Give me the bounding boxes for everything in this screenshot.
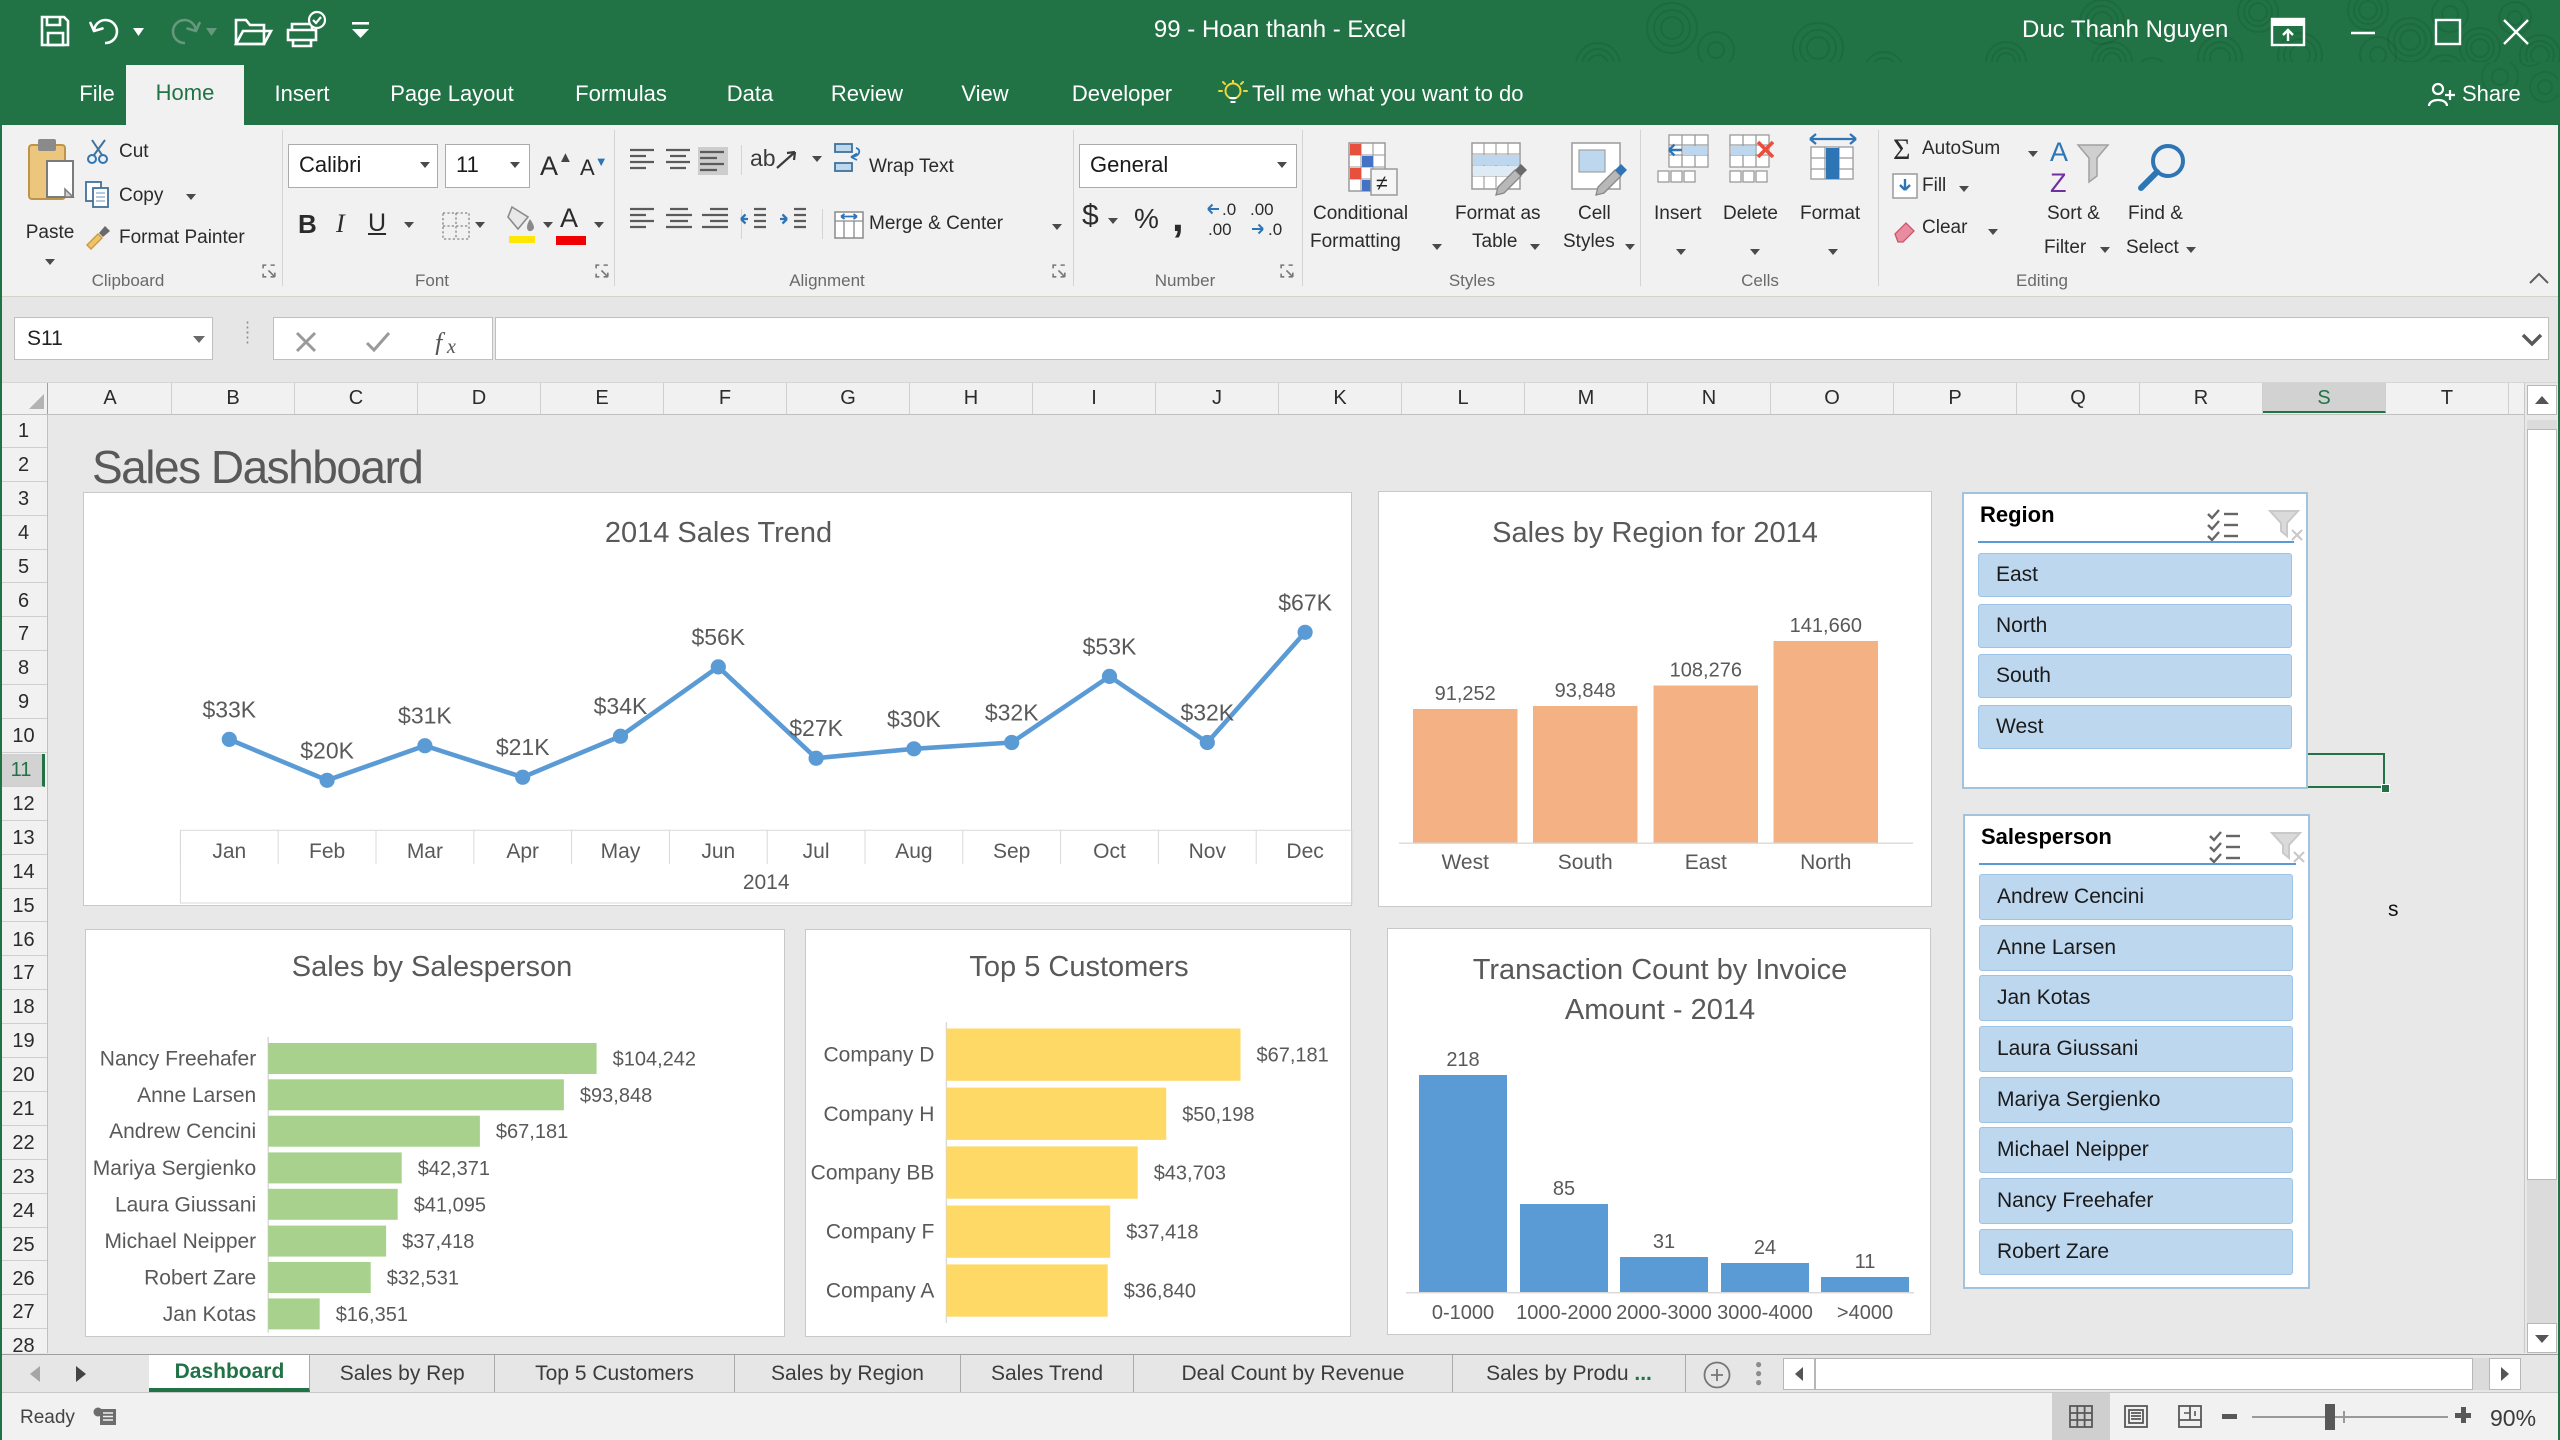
svg-text:11: 11 — [1855, 1251, 1876, 1273]
svg-text:2014 Sales Trend: 2014 Sales Trend — [604, 517, 831, 549]
svg-text:Laura Giussani: Laura Giussani — [115, 1193, 256, 1216]
svg-text:1000-2000: 1000-2000 — [1516, 1302, 1612, 1324]
svg-text:East: East — [1685, 851, 1727, 874]
svg-text:0-1000: 0-1000 — [1432, 1302, 1494, 1324]
svg-text:$42,371: $42,371 — [418, 1158, 490, 1180]
svg-text:Michael Neipper: Michael Neipper — [104, 1230, 256, 1253]
svg-text:$41,095: $41,095 — [414, 1194, 486, 1216]
svg-text:91,252: 91,252 — [1435, 683, 1496, 705]
svg-text:$43,703: $43,703 — [1154, 1163, 1226, 1185]
svg-text:$32K: $32K — [984, 699, 1038, 725]
svg-text:$33K: $33K — [202, 696, 256, 722]
svg-text:Sales by Salesperson: Sales by Salesperson — [292, 951, 573, 983]
svg-text:x: x — [446, 336, 456, 355]
svg-text:Anne Larsen: Anne Larsen — [137, 1084, 256, 1107]
svg-text:3000-4000: 3000-4000 — [1717, 1302, 1813, 1324]
svg-text:$34K: $34K — [593, 693, 647, 719]
svg-text:$27K: $27K — [789, 715, 843, 741]
svg-text:Mariya Sergienko: Mariya Sergienko — [93, 1157, 256, 1180]
svg-text:Company H: Company H — [824, 1103, 935, 1126]
svg-text:85: 85 — [1553, 1178, 1575, 1200]
svg-text:$32K: $32K — [1180, 699, 1234, 725]
svg-text:Jan: Jan — [212, 840, 246, 863]
svg-text:.00: .00 — [1208, 220, 1232, 239]
svg-text:>4000: >4000 — [1837, 1302, 1893, 1324]
svg-text:Apr: Apr — [506, 840, 539, 863]
svg-text:141,660: 141,660 — [1790, 615, 1862, 637]
svg-text:Aug: Aug — [895, 840, 932, 863]
svg-text:ab: ab — [750, 145, 776, 171]
svg-text:2014: 2014 — [742, 871, 789, 894]
svg-text:Nov: Nov — [1188, 840, 1226, 863]
svg-text:$67K: $67K — [1278, 589, 1332, 615]
svg-text:Sep: Sep — [993, 840, 1030, 863]
svg-text:$37,418: $37,418 — [1126, 1222, 1198, 1244]
svg-text:$21K: $21K — [495, 734, 549, 760]
svg-text:2000-3000: 2000-3000 — [1616, 1302, 1712, 1324]
svg-text:Jul: Jul — [802, 840, 829, 863]
svg-text:Andrew Cencini: Andrew Cencini — [109, 1120, 256, 1143]
svg-text:Company F: Company F — [826, 1221, 935, 1244]
svg-text:$67,181: $67,181 — [1257, 1045, 1329, 1067]
svg-text:Jun: Jun — [701, 840, 735, 863]
svg-text:Sales by Region for 2014: Sales by Region for 2014 — [1492, 517, 1818, 549]
svg-text:West: West — [1441, 851, 1489, 874]
svg-text:$20K: $20K — [300, 737, 354, 763]
svg-text:$67,181: $67,181 — [496, 1121, 568, 1143]
svg-text:31: 31 — [1653, 1231, 1675, 1253]
svg-text:Top 5 Customers: Top 5 Customers — [969, 951, 1188, 983]
svg-text:Company BB: Company BB — [811, 1162, 935, 1185]
svg-text:Mar: Mar — [406, 840, 442, 863]
svg-text:.0: .0 — [1268, 220, 1282, 239]
svg-text:$30K: $30K — [887, 705, 941, 731]
svg-text:$32,531: $32,531 — [387, 1268, 459, 1290]
svg-text:$50,198: $50,198 — [1182, 1104, 1254, 1126]
svg-text:≠: ≠ — [1376, 172, 1388, 195]
svg-text:.0: .0 — [1222, 200, 1236, 219]
svg-text:Dec: Dec — [1286, 840, 1323, 863]
svg-text:May: May — [600, 840, 640, 863]
svg-text:North: North — [1800, 851, 1851, 874]
svg-text:Oct: Oct — [1093, 840, 1126, 863]
svg-text:.00: .00 — [1250, 200, 1274, 219]
svg-text:$31K: $31K — [398, 702, 452, 728]
svg-text:108,276: 108,276 — [1670, 660, 1742, 682]
svg-text:South: South — [1558, 851, 1613, 874]
svg-text:$93,848: $93,848 — [580, 1085, 652, 1107]
svg-text:Transaction Count by Invoice: Transaction Count by Invoice — [1473, 954, 1848, 986]
svg-text:24: 24 — [1754, 1237, 1776, 1259]
svg-text:f: f — [435, 331, 446, 355]
svg-text:Jan Kotas: Jan Kotas — [163, 1303, 256, 1326]
svg-text:$37,418: $37,418 — [402, 1231, 474, 1253]
svg-text:Robert Zare: Robert Zare — [144, 1267, 256, 1290]
svg-text:Feb: Feb — [309, 840, 345, 863]
svg-text:$104,242: $104,242 — [613, 1049, 696, 1071]
svg-text:Nancy Freehafer: Nancy Freehafer — [100, 1048, 256, 1071]
svg-text:$36,840: $36,840 — [1124, 1281, 1196, 1303]
svg-text:Company D: Company D — [824, 1044, 935, 1067]
svg-text:$53K: $53K — [1082, 633, 1136, 659]
svg-text:93,848: 93,848 — [1555, 680, 1616, 702]
svg-text:Amount - 2014: Amount - 2014 — [1565, 994, 1755, 1026]
svg-text:$16,351: $16,351 — [336, 1304, 408, 1326]
svg-text:$56K: $56K — [691, 624, 745, 650]
svg-text:Company A: Company A — [826, 1280, 935, 1303]
svg-text:218: 218 — [1446, 1049, 1479, 1071]
